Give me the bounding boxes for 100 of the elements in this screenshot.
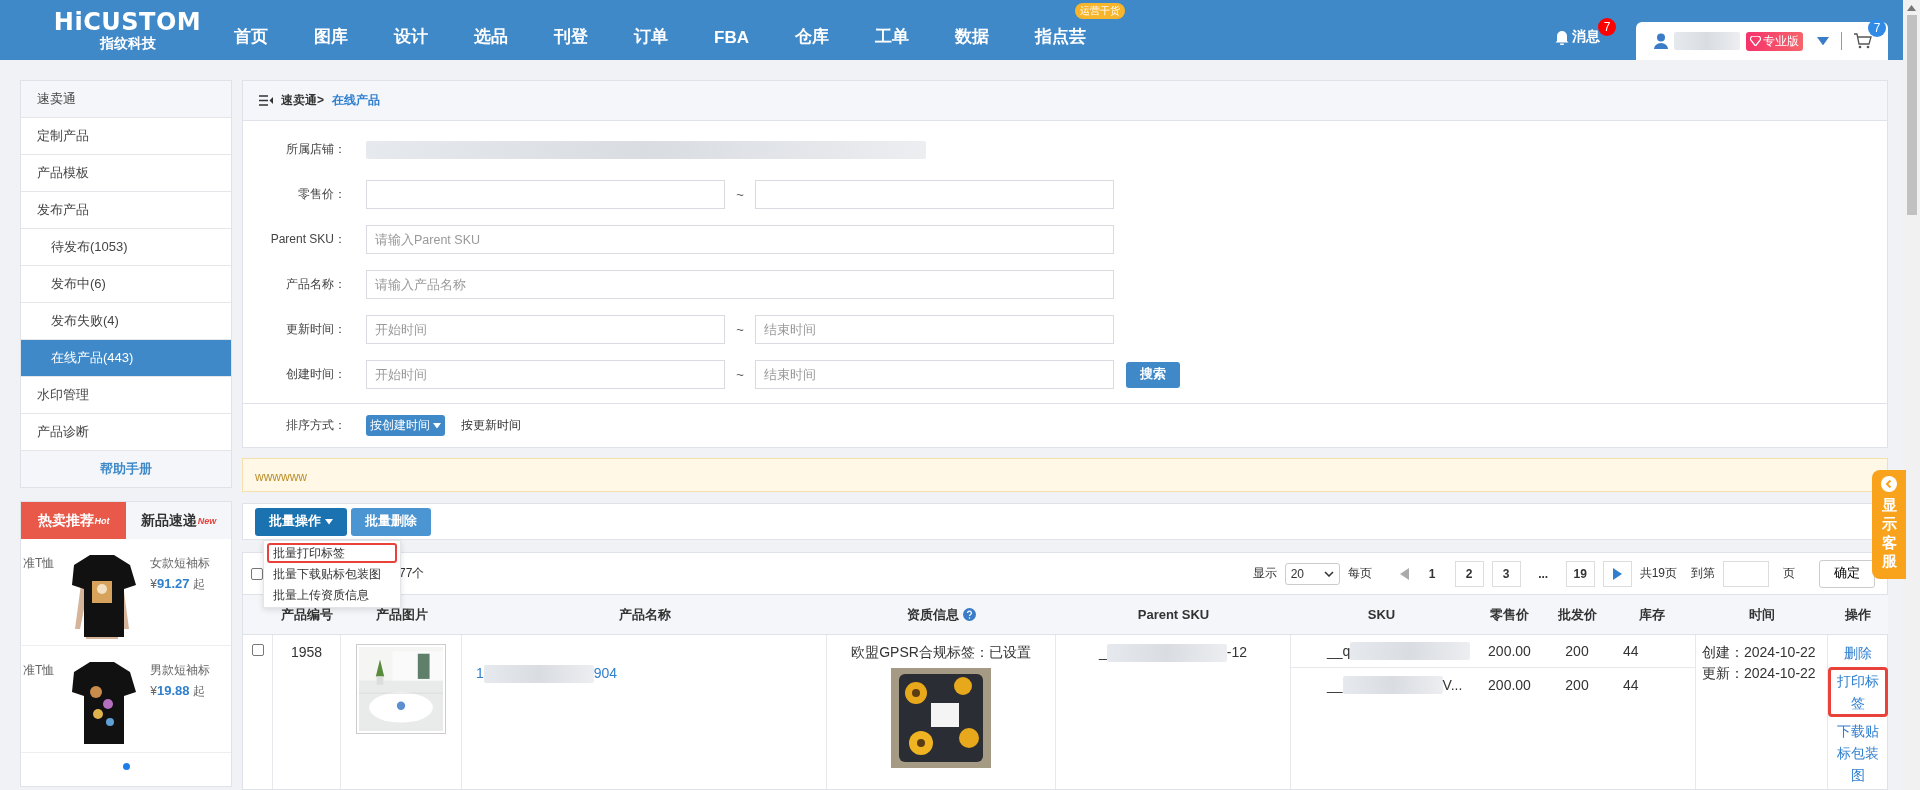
nav-item[interactable]: 工单: [874, 25, 909, 48]
field-label: 排序方式：: [285, 417, 346, 434]
breadcrumb-current: 在线产品: [332, 92, 380, 109]
field-label: Parent SKU：: [269, 231, 346, 248]
input-field[interactable]: 开始时间: [366, 315, 725, 344]
column-header: 产品编号: [281, 605, 333, 624]
product-name[interactable]: 904: [593, 665, 618, 681]
sort-option[interactable]: 按更新时间: [457, 415, 525, 436]
scroll-thumb[interactable]: [1906, 15, 1917, 215]
search-button[interactable]: 搜索: [1126, 361, 1180, 388]
column-header: 产品图片: [375, 605, 428, 624]
nav-item[interactable]: 仓库: [794, 25, 829, 48]
notice-bar: wwwwww: [242, 458, 1888, 493]
messages-link[interactable]: 消息: [1555, 28, 1600, 46]
time-text: 创建：2024-10-22: [1702, 644, 1816, 662]
logo-title: HiCUSTOM: [53, 9, 202, 35]
next-icon: [1612, 567, 1623, 580]
input-field[interactable]: 开始时间: [366, 360, 725, 389]
help-link[interactable]: 帮助手册: [21, 451, 231, 487]
wholesale-price: 200: [1564, 676, 1590, 693]
pager-label: 显示: [1252, 565, 1277, 582]
checkbox[interactable]: [251, 567, 263, 580]
field-label: 更新时间：: [285, 321, 346, 338]
page-button[interactable]: 2: [1454, 560, 1484, 587]
product-name[interactable]: 1: [476, 665, 484, 681]
nav-item[interactable]: 图库: [314, 25, 348, 48]
carousel-dot[interactable]: [122, 763, 130, 770]
confirm-button[interactable]: 确定: [1819, 559, 1875, 588]
product-title: 准T恤: [23, 555, 55, 572]
input-field[interactable]: [755, 180, 1114, 209]
page-button[interactable]: 19: [1565, 560, 1595, 587]
nav-item[interactable]: 指点芸: [1034, 25, 1086, 48]
menu-item[interactable]: 批量下载贴标包装图: [267, 564, 397, 585]
cart-count: 7: [1868, 19, 1886, 37]
sidebar-title[interactable]: 速卖通: [21, 81, 231, 118]
caret-icon: [325, 518, 333, 525]
sort-option[interactable]: 按创建时间: [366, 415, 445, 436]
parent-sku-text: _: [1099, 644, 1107, 660]
nav-item[interactable]: FBA: [714, 28, 749, 48]
product-count: 77个: [399, 565, 425, 582]
product-price: ¥19.88 起: [150, 683, 206, 700]
nav-item[interactable]: 选品: [474, 25, 508, 48]
action-link[interactable]: 打印标签: [1828, 667, 1888, 717]
field-label: 零售价：: [297, 186, 346, 203]
table-cell: 1958: [273, 635, 341, 789]
parent-sku-text: -12: [1226, 644, 1247, 660]
input-field[interactable]: 请输入Parent SKU: [366, 225, 1114, 254]
previous-icon[interactable]: [1399, 567, 1410, 580]
nav-item[interactable]: 刊登: [554, 25, 588, 48]
scrollbar[interactable]: [1903, 0, 1920, 790]
column-header: 操作: [1845, 605, 1871, 624]
retail-price: 200.00: [1487, 643, 1532, 659]
action-link[interactable]: 下载贴标包装图: [1828, 717, 1888, 789]
blurred-text: [1674, 32, 1740, 50]
column-header: Parent SKU: [1137, 607, 1210, 622]
field-label: 创建时间：: [285, 366, 346, 383]
batch-button[interactable]: 批量操作: [255, 507, 347, 536]
menu-collapse-icon[interactable]: [259, 95, 273, 106]
action-link[interactable]: 删除: [1828, 639, 1888, 667]
sku-text: __: [1327, 676, 1343, 693]
field-label: 产品名称：: [285, 276, 346, 293]
caret-icon: [433, 422, 441, 429]
cart-icon[interactable]: [1854, 33, 1872, 49]
breadcrumb-root[interactable]: 速卖通>: [281, 92, 324, 109]
nav-item[interactable]: 首页: [234, 25, 268, 48]
page-input[interactable]: [1723, 560, 1769, 587]
product-title: 男款短袖标: [150, 662, 211, 679]
page-size-select[interactable]: 20: [1284, 562, 1340, 585]
nav-item[interactable]: 设计: [394, 25, 428, 48]
batch-button[interactable]: 批量删除: [351, 507, 431, 536]
message-count: 7: [1598, 18, 1616, 36]
scroll-up-icon[interactable]: [1907, 5, 1916, 11]
qualification-text: 欧盟GPSR合规标签：已设置: [851, 644, 1031, 662]
menu-item[interactable]: 批量打印标签: [267, 543, 397, 564]
column-header: 资质信息: [907, 605, 959, 624]
column-header: 库存: [1638, 605, 1665, 624]
pager-label: 共19页: [1639, 565, 1677, 582]
menu-item[interactable]: 批量上传资质信息: [267, 585, 397, 606]
diamond-icon: [1750, 36, 1761, 46]
chevron-left-icon: [1881, 476, 1897, 492]
pager-label: 每页: [1347, 565, 1372, 582]
stock-count: 44: [1622, 676, 1640, 693]
help-icon[interactable]: [963, 608, 976, 621]
nav-item[interactable]: 订单: [634, 25, 668, 48]
range-separator: ~: [735, 367, 745, 382]
next-button[interactable]: [1602, 560, 1632, 587]
retail-price: 200.00: [1487, 676, 1532, 693]
page-ellipsis: ...: [1537, 566, 1550, 581]
input-field[interactable]: 结束时间: [755, 360, 1114, 389]
input-field[interactable]: 结束时间: [755, 315, 1114, 344]
input-field[interactable]: 请输入产品名称: [366, 270, 1114, 299]
nav-badge: 运营干货: [1074, 3, 1125, 19]
nav-item[interactable]: 数据: [954, 25, 989, 48]
input-field[interactable]: [366, 180, 725, 209]
checkbox[interactable]: [251, 644, 264, 656]
product-price: ¥91.27 起: [150, 576, 206, 593]
page-button[interactable]: 3: [1491, 560, 1521, 587]
stock-count: 44: [1622, 643, 1640, 659]
page-button[interactable]: 1: [1417, 560, 1447, 587]
sidebar-item[interactable]: 在线产品(443): [21, 340, 231, 377]
